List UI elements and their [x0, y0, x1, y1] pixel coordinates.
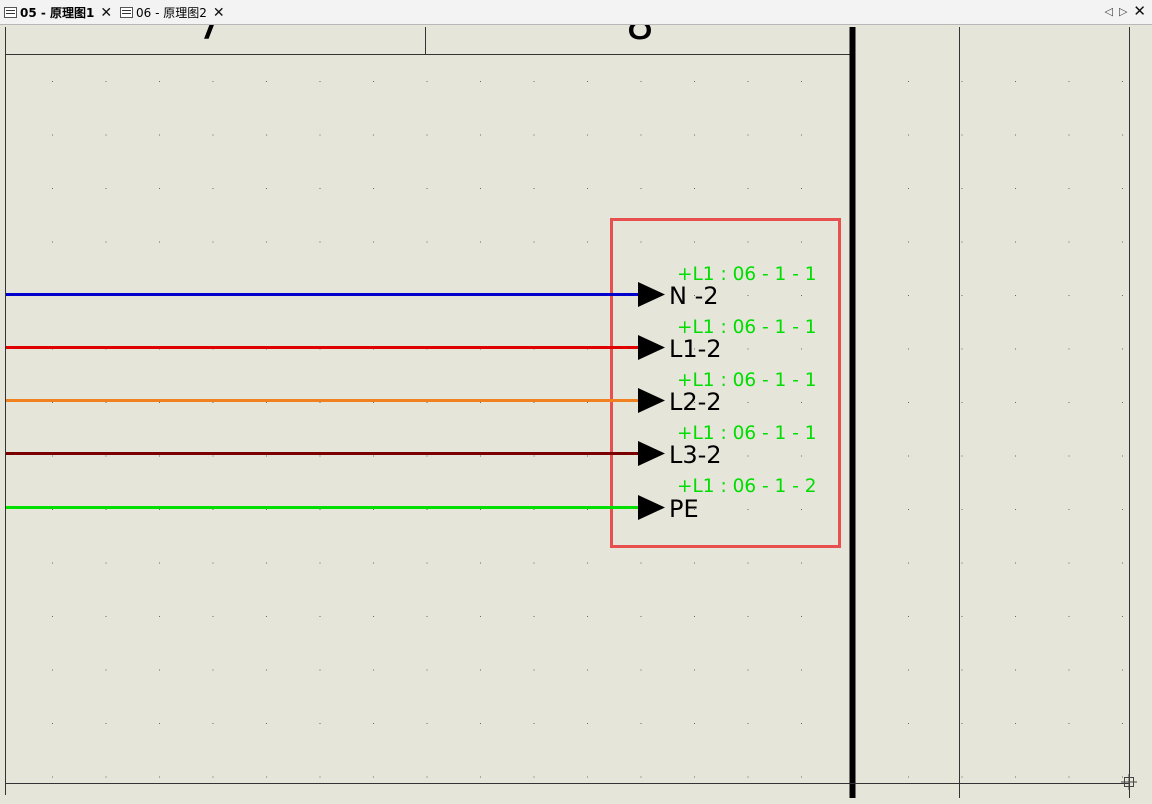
tab-label: 06 - 原理图2 — [136, 6, 207, 20]
cross-reference[interactable]: +L1 : 06 - 1 - 2 — [677, 476, 817, 497]
connector-label: L2-2 — [669, 388, 722, 416]
tab-schematic-05[interactable]: 05 - 原理图1 ✕ — [4, 2, 112, 23]
scroll-tabs-right-icon[interactable]: ▷ — [1119, 5, 1127, 18]
document-tab-bar: 05 - 原理图1 ✕ 06 - 原理图2 ✕ ◁ ▷ ✕ — [0, 0, 1152, 25]
connector-label: L1-2 — [669, 335, 722, 363]
schematic-page-icon — [120, 7, 133, 18]
schematic-page-icon — [4, 7, 17, 18]
header-column-8: 8 — [626, 25, 654, 50]
cross-reference[interactable]: +L1 : 06 - 1 - 1 — [677, 370, 817, 391]
header-column-7: 7 — [196, 25, 224, 50]
tab-schematic-06[interactable]: 06 - 原理图2 ✕ — [120, 2, 225, 23]
scroll-tabs-left-icon[interactable]: ◁ — [1104, 5, 1112, 18]
connector-label: PE — [669, 495, 699, 523]
close-icon[interactable]: ✕ — [213, 6, 225, 20]
tab-navigation: ◁ ▷ ✕ — [1104, 2, 1146, 20]
close-icon[interactable]: ✕ — [100, 6, 112, 20]
connector-label: L3-2 — [669, 441, 722, 469]
schematic-canvas[interactable]: 7 8 N -2 +L1 : 06 - 1 - 1 L1-2 +L1 : 06 … — [0, 25, 1152, 804]
cross-reference[interactable]: +L1 : 06 - 1 - 1 — [677, 423, 817, 444]
close-document-icon[interactable]: ✕ — [1133, 2, 1146, 20]
cross-reference[interactable]: +L1 : 06 - 1 - 1 — [677, 264, 817, 285]
tab-label: 05 - 原理图1 — [20, 6, 95, 20]
grid-dots — [6, 55, 1130, 783]
connector-label: N -2 — [669, 282, 719, 310]
schematic-drawing: 7 8 N -2 +L1 : 06 - 1 - 1 L1-2 +L1 : 06 … — [5, 25, 1137, 798]
cross-reference[interactable]: +L1 : 06 - 1 - 1 — [677, 317, 817, 338]
